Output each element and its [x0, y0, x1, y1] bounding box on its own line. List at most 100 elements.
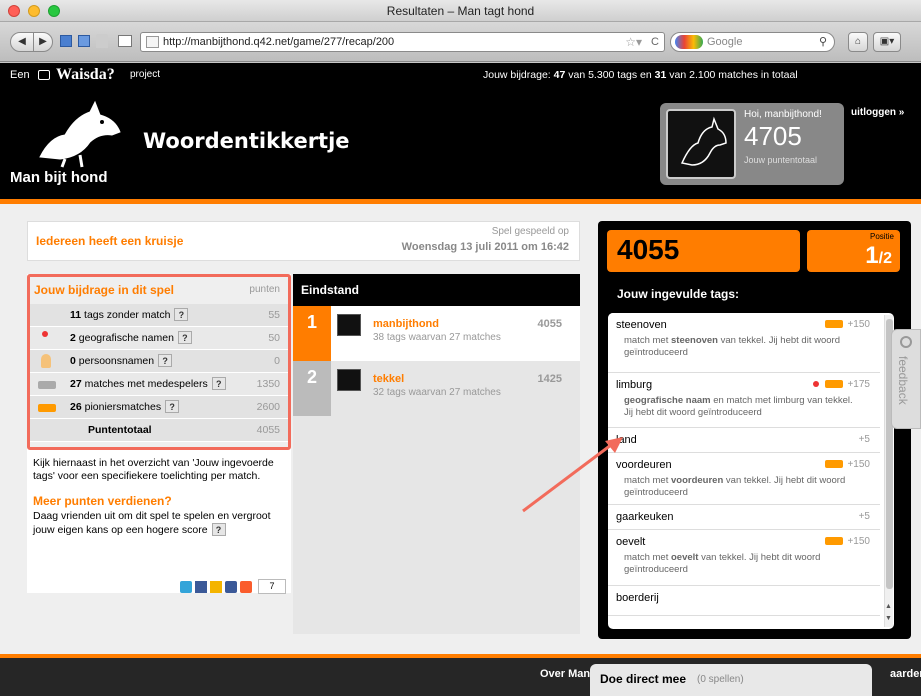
close-window-button[interactable] — [8, 5, 20, 17]
bookmark-icon[interactable] — [60, 35, 72, 47]
search-input[interactable]: Google ⚲ — [670, 32, 835, 52]
top-strip: Een Waisda? project Jouw bijdrage: 47 va… — [0, 63, 921, 87]
tag-points: +175 — [813, 379, 870, 390]
contribution-total-row: Puntentotaal 4055 — [30, 419, 288, 442]
tag-item[interactable]: voordeuren +150 match met voordeuren van t… — [608, 453, 880, 505]
result-panel: 4055 Positie 1/2 Jouw ingevulde tags: st… — [598, 221, 911, 639]
browser-toolbar: ◀ ▶ http://manbijthond.q42.net/game/277/… — [0, 22, 921, 62]
help-icon[interactable]: ? — [177, 331, 192, 344]
tag-item[interactable]: oevelt +150 match met oevelt van tekkel. J… — [608, 530, 880, 586]
game-title: Woordentikkertje — [143, 129, 350, 153]
bookmarks-bar-icon[interactable] — [78, 35, 90, 47]
pioneer-badge-icon — [825, 460, 844, 469]
total-points: 4055 — [256, 424, 280, 436]
result-score: 4055 — [617, 234, 680, 265]
zoom-window-button[interactable] — [48, 5, 60, 17]
dog-logo-icon[interactable] — [20, 97, 130, 169]
favorite-icon[interactable] — [210, 581, 222, 593]
tag-name: boerderij — [616, 592, 659, 604]
pioneer-badge-icon — [825, 380, 844, 389]
google-icon[interactable] — [675, 35, 703, 49]
standings-row[interactable]: 1 manbijthond 38 tags waarvan 27 matches 40… — [293, 306, 580, 376]
addthis-icon[interactable] — [240, 581, 252, 593]
reload-icon[interactable]: C — [651, 33, 659, 51]
standings-row[interactable]: 2 tekkel 32 tags waarvan 27 matches 1425 — [293, 361, 580, 416]
footer: Over Man aarden Doe direct mee (0 spelle… — [0, 654, 921, 696]
logout-link[interactable]: uitloggen » — [851, 107, 904, 118]
tag-item[interactable]: boerderij — [608, 586, 880, 616]
footer-about-link[interactable]: Over Man — [540, 668, 590, 680]
join-title: Doe direct mee — [600, 672, 687, 686]
total-score: 4705 — [744, 121, 802, 151]
person-icon — [41, 354, 51, 368]
scroll-up-icon[interactable]: ▲ — [885, 603, 892, 610]
avatar[interactable] — [666, 109, 736, 179]
global-contribution: Jouw bijdrage: 47 van 5.300 tags en 31 v… — [483, 69, 798, 81]
contribution-label: 0 persoonsnamen? — [70, 350, 173, 373]
contribution-table: Jouw bijdrage in dit spel punten 11 tags… — [27, 274, 291, 450]
tag-item[interactable]: gaarkeuken +5 — [608, 505, 880, 530]
help-icon[interactable]: ? — [211, 523, 226, 536]
url-bar[interactable]: http://manbijthond.q42.net/game/277/reca… — [140, 32, 665, 52]
player-name[interactable]: tekkel — [373, 373, 404, 385]
contribution-row: 0 persoonsnamen? 0 — [30, 350, 288, 373]
player-avatar — [337, 369, 361, 391]
notice-box: Iedereen heeft een kruisje Spel gespeeld… — [27, 221, 580, 261]
contribution-row: 2 geografische namen? 50 — [30, 327, 288, 350]
played-label: Spel gespeeld op — [491, 226, 569, 237]
delicious-icon[interactable] — [195, 581, 207, 593]
home-button[interactable]: ⌂ — [848, 32, 868, 52]
search-icon[interactable]: ⚲ — [819, 33, 827, 51]
tag-points: +150 — [825, 536, 870, 547]
star-icon[interactable]: ☆▾ — [625, 33, 642, 51]
scroll-down-icon[interactable]: ▼ — [885, 615, 892, 622]
feedback-tab[interactable]: feedback — [891, 329, 921, 429]
contribution-label: 26 pioniersmatches? — [70, 396, 180, 419]
contribution-row: 11 tags zonder match? 55 — [30, 304, 288, 327]
share-count: 7 — [258, 579, 286, 594]
contribution-points: 0 — [274, 355, 280, 367]
footer-link-right[interactable]: aarden — [890, 668, 921, 680]
window-title: Resultaten – Man tagt hond — [386, 4, 535, 18]
contribution-label: 27 matches met medespelers? — [70, 373, 226, 396]
pioneer-badge-icon — [38, 404, 56, 412]
page: Een Waisda? project Jouw bijdrage: 47 va… — [0, 63, 921, 696]
help-icon[interactable]: ? — [174, 308, 189, 321]
minimize-window-button[interactable] — [28, 5, 40, 17]
help-icon[interactable]: ? — [211, 377, 226, 390]
join-popup[interactable]: Doe direct mee (0 spellen) — [590, 664, 872, 696]
help-icon[interactable]: ? — [158, 354, 173, 367]
notice-text: Iedereen heeft een kruisje — [36, 234, 184, 248]
standings-title: Eindstand — [293, 274, 580, 306]
annotation-arrow — [522, 437, 623, 513]
footer-accent-bar — [0, 654, 921, 658]
search-placeholder: Google — [707, 36, 743, 48]
logo-text[interactable]: Man bijt hond — [10, 169, 107, 186]
forward-button[interactable]: ▶ — [33, 32, 53, 52]
points-header: punten — [249, 284, 280, 295]
tag-points: +150 — [825, 459, 870, 470]
contribution-title: Jouw bijdrage in dit spel — [34, 283, 175, 297]
help-icon[interactable]: ? — [165, 400, 180, 413]
contribution-points: 50 — [268, 332, 280, 344]
twitter-icon[interactable] — [180, 581, 192, 593]
extensions-button[interactable]: ▣▾ — [873, 32, 901, 52]
tag-item[interactable]: steenoven +150 match met steenoven van tek… — [608, 313, 880, 373]
lock-icon — [96, 34, 108, 48]
total-label: Puntentotaal — [88, 424, 152, 436]
tv-icon — [38, 70, 50, 80]
favicon — [146, 36, 159, 48]
player-name[interactable]: manbijthond — [373, 318, 439, 330]
map-pin-icon — [42, 331, 48, 337]
contribution-points: 1350 — [256, 378, 280, 390]
tags-list: steenoven +150 match met steenoven van tek… — [608, 313, 880, 629]
tag-item[interactable]: land +5 — [608, 428, 880, 453]
position-label: Positie — [869, 232, 894, 241]
waisda-logo[interactable]: Waisda? — [56, 63, 115, 87]
facebook-icon[interactable] — [225, 581, 237, 593]
rank-badge: 2 — [293, 361, 331, 416]
back-button[interactable]: ◀ — [10, 32, 34, 52]
contribution-points: 55 — [268, 309, 280, 321]
tag-item[interactable]: limburg +175 geografische naam en match m… — [608, 373, 880, 428]
tag-points: +150 — [825, 319, 870, 330]
